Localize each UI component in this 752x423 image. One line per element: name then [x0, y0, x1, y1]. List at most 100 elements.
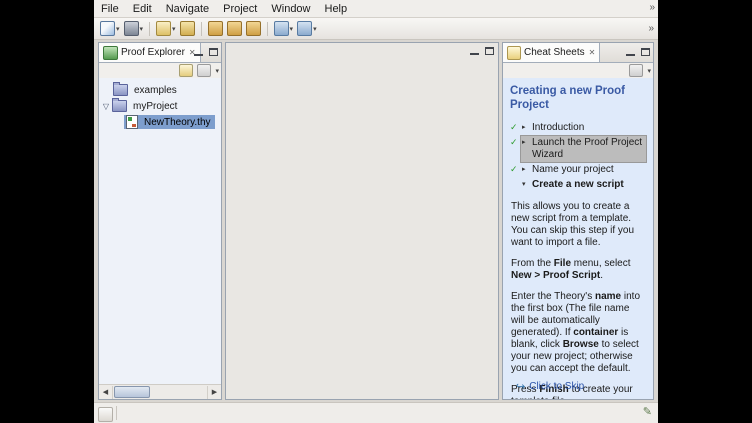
proof-goto-button[interactable]	[244, 20, 263, 38]
forward-icon	[297, 21, 312, 36]
statusbar-separator	[116, 406, 117, 420]
scrollbar-thumb[interactable]	[114, 386, 150, 398]
selected-highlight: NewTheory.thy	[124, 115, 215, 129]
scroll-right-icon[interactable]: ▶	[207, 386, 221, 399]
minimize-icon[interactable]	[625, 47, 636, 57]
expander-icon[interactable]: ▽	[100, 102, 112, 111]
proof-next-button[interactable]	[225, 20, 244, 38]
cheat-step-label: Introduction	[532, 122, 645, 134]
cheat-step-name-project[interactable]: ✓ ▸ Name your project	[510, 163, 646, 177]
open-proof-button[interactable]: ▾	[154, 20, 178, 38]
maximize-icon[interactable]	[208, 47, 219, 57]
cheat-step-create-script[interactable]: ▾ Create a new script	[510, 178, 646, 192]
status-bar: ✎	[94, 402, 658, 423]
cheat-sheets-tabrow: Cheat Sheets ✕	[503, 43, 653, 63]
tree-item-label: NewTheory.thy	[142, 116, 213, 129]
check-icon: ✓	[510, 136, 521, 148]
cheat-paragraph: From the File menu, select New > Proof S…	[511, 258, 646, 282]
skip-arrow-icon: ↪	[516, 381, 525, 393]
horizontal-scrollbar[interactable]: ◀ ▶	[99, 384, 221, 399]
view-window-buttons	[625, 47, 651, 57]
menu-overflow-chevron-icon[interactable]: »	[649, 2, 655, 13]
cheat-step-label: Create a new script	[532, 179, 645, 191]
cheat-step-label: Name your project	[532, 164, 645, 176]
cheat-sheets-view: Cheat Sheets ✕ ▾ Creating a new Proof Pr…	[502, 42, 654, 400]
main-toolbar: ▾ ▾ ▾ ▾ ▾ »	[94, 18, 658, 40]
proof-explorer-tab-icon	[103, 46, 118, 60]
forward-dropdown-icon[interactable]: ▾	[313, 25, 317, 33]
cheat-paragraph: Enter the Theory's name into the first b…	[511, 291, 646, 375]
save-dropdown-icon[interactable]: ▾	[140, 25, 144, 33]
scroll-left-icon[interactable]: ◀	[99, 386, 113, 399]
explorer-tree: examples ▽ myProject NewTheory.thy	[99, 78, 221, 385]
tree-item-label: myProject	[131, 100, 179, 113]
cheat-step-launch-wizard[interactable]: ✓ ▸ Launch the Proof Project Wizard	[510, 136, 646, 162]
tab-cheat-sheets[interactable]: Cheat Sheets ✕	[503, 43, 600, 62]
maximize-icon[interactable]	[484, 46, 495, 56]
menu-project[interactable]: Project	[216, 2, 264, 16]
proof-goto-icon	[246, 21, 261, 36]
expander-icon[interactable]: ▸	[522, 164, 532, 176]
fast-view-icon[interactable]	[98, 407, 113, 422]
toolbar-separator	[201, 22, 202, 36]
proof-undo-button[interactable]	[206, 20, 225, 38]
save-button[interactable]: ▾	[122, 20, 146, 38]
minimize-icon[interactable]	[193, 47, 204, 57]
editor-area[interactable]	[225, 42, 499, 400]
collapse-all-icon[interactable]	[197, 64, 211, 77]
new-wizard-dropdown-icon[interactable]: ▾	[116, 25, 120, 33]
tab-proof-explorer[interactable]: Proof Explorer ✕	[99, 43, 201, 62]
proof-next-icon	[227, 21, 242, 36]
open-proof-dropdown-icon[interactable]: ▾	[172, 25, 176, 33]
save-icon	[124, 21, 139, 36]
workbench-main-area: Proof Explorer ✕ ▾ examples	[94, 40, 658, 402]
editor-window-buttons	[469, 46, 495, 56]
pencil-status-icon[interactable]: ✎	[643, 405, 652, 418]
view-menu-icon[interactable]: ▾	[215, 67, 219, 75]
desktop: { "menubar": { "items": ["File", "Edit",…	[0, 0, 752, 423]
proof-explorer-view: Proof Explorer ✕ ▾ examples	[98, 42, 222, 400]
menu-navigate[interactable]: Navigate	[159, 2, 216, 16]
link-with-editor-icon[interactable]	[179, 64, 193, 77]
menu-file[interactable]: File	[94, 2, 126, 16]
back-button[interactable]: ▾	[272, 20, 296, 38]
minimize-icon[interactable]	[469, 46, 480, 56]
workbench-window: File Edit Navigate Project Window Help »…	[94, 0, 658, 423]
view-menu-icon[interactable]: ▾	[647, 67, 651, 75]
back-dropdown-icon[interactable]: ▾	[290, 25, 294, 33]
folder-icon	[113, 84, 128, 96]
toolbar-separator	[149, 22, 150, 36]
proof-undo-icon	[208, 21, 223, 36]
menu-window[interactable]: Window	[264, 2, 317, 16]
theory-file-icon	[126, 115, 138, 129]
expander-icon[interactable]: ▾	[522, 179, 532, 191]
new-wizard-button[interactable]: ▾	[98, 20, 122, 38]
expander-icon[interactable]: ▸	[522, 122, 532, 134]
tree-item-newtheory[interactable]: NewTheory.thy	[99, 114, 221, 130]
cheat-paragraph: This allows you to create a new script f…	[511, 201, 646, 249]
cheat-step-introduction[interactable]: ✓ ▸ Introduction	[510, 121, 646, 135]
click-to-skip-link[interactable]: ↪ Click to Skip	[516, 381, 584, 393]
cheat-step-label: Launch the Proof Project Wizard	[532, 137, 645, 161]
cheat-sheets-tab-icon	[507, 46, 521, 60]
new-wizard-icon	[100, 21, 115, 36]
menu-bar: File Edit Navigate Project Window Help »	[94, 0, 658, 18]
toolbar-overflow-chevron-icon[interactable]: »	[648, 23, 654, 34]
menu-edit[interactable]: Edit	[126, 2, 159, 16]
expander-icon[interactable]: ▸	[522, 137, 532, 149]
skip-link-label: Click to Skip	[529, 381, 584, 393]
open-proof-icon	[156, 21, 171, 36]
cheat-sheet-title: Creating a new Proof Project	[510, 84, 646, 112]
tree-item-examples[interactable]: examples	[99, 82, 221, 98]
maximize-icon[interactable]	[640, 47, 651, 57]
menu-help[interactable]: Help	[318, 2, 355, 16]
folder-icon	[112, 100, 127, 112]
import-button[interactable]	[178, 20, 197, 38]
tree-item-myproject[interactable]: ▽ myProject	[99, 98, 221, 114]
view-window-buttons	[193, 47, 219, 57]
cheat-sheets-tab-label: Cheat Sheets	[524, 47, 585, 58]
collapse-all-icon[interactable]	[629, 64, 643, 77]
forward-button[interactable]: ▾	[295, 20, 319, 38]
close-icon[interactable]: ✕	[589, 48, 596, 57]
check-icon: ✓	[510, 163, 521, 175]
